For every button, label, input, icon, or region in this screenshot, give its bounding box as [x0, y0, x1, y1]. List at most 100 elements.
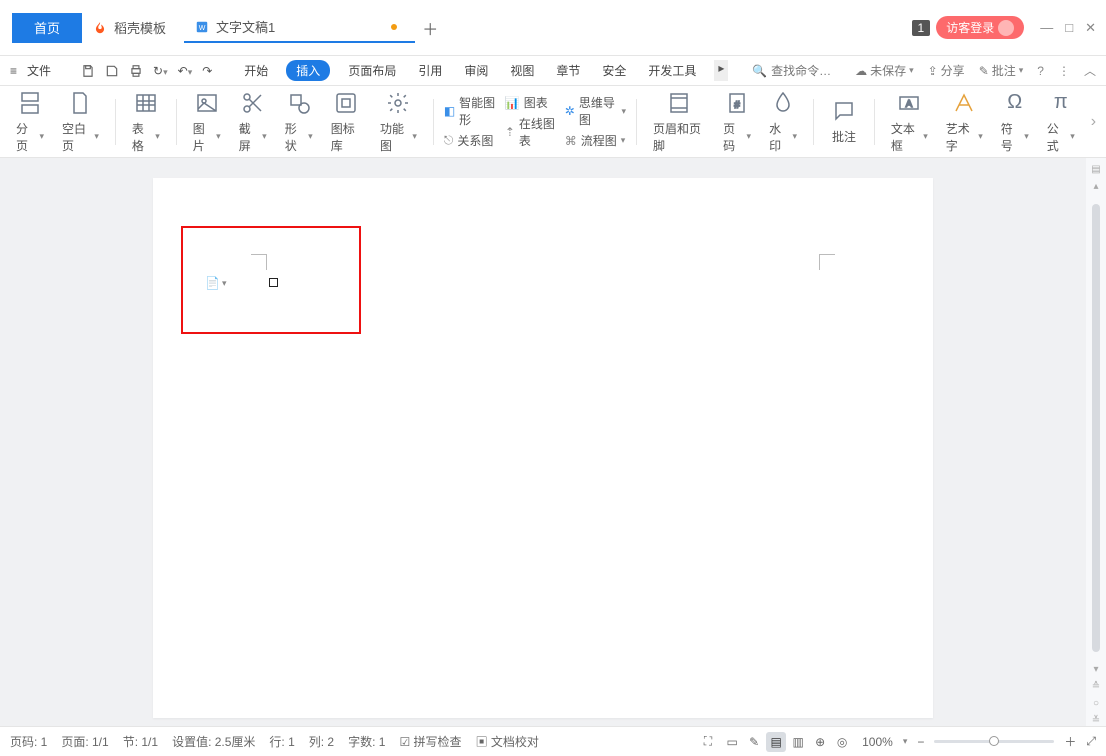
rib-chart[interactable]: 📊图表	[505, 94, 559, 111]
print-preview-icon[interactable]	[105, 64, 119, 78]
tab-security[interactable]: 安全	[598, 60, 630, 81]
titlebar: 首页 稻壳模板 W 文字文稿1 ＋ 1 访客登录 — □ ✕	[0, 0, 1106, 56]
status-row: 行: 1	[269, 733, 294, 750]
rib-icon-lib[interactable]: 图标库	[325, 90, 368, 154]
rib-online-chart[interactable]: ⇡在线图表	[505, 115, 559, 149]
zoom-slider[interactable]	[934, 740, 1054, 743]
rib-page-break[interactable]: 分页▾	[10, 90, 50, 154]
rib-header-footer[interactable]: 页眉和页脚	[647, 90, 711, 154]
rib-shapes[interactable]: 形状▾	[279, 90, 319, 154]
collapse-ribbon-icon[interactable]: ︿	[1084, 62, 1096, 79]
zoom-in-button[interactable]: ＋	[1064, 733, 1076, 750]
ribbon-more-icon[interactable]: ›	[1091, 113, 1096, 131]
picture-icon	[194, 90, 220, 116]
command-search[interactable]: 🔍	[752, 64, 841, 78]
notification-badge[interactable]: 1	[912, 20, 931, 36]
save-icon[interactable]	[81, 64, 95, 78]
kebab-icon[interactable]: ⋮	[1058, 64, 1070, 78]
rib-comment[interactable]: 批注	[824, 98, 864, 145]
flowchart-icon: ⌘	[565, 134, 577, 148]
tab-templates[interactable]: 稻壳模板	[82, 13, 184, 43]
scroll-down-icon[interactable]: ▾	[1093, 664, 1098, 675]
document-page[interactable]: 📄▾	[153, 178, 933, 718]
share-button[interactable]: ⇪ 分享	[928, 62, 965, 79]
view-page-icon[interactable]: ▤	[766, 732, 786, 752]
annotate-label: 批注	[992, 62, 1016, 79]
rib-blank-page[interactable]: 空白页▾	[56, 90, 105, 154]
view-outline-icon[interactable]: ▥	[788, 732, 808, 752]
rib-textbox[interactable]: A 文本框▾	[885, 90, 934, 154]
rib-smart-graphics[interactable]: ◧智能图形	[444, 94, 499, 128]
undo-icon[interactable]: ↶▾	[178, 64, 193, 78]
view-focus-icon[interactable]: ◎	[832, 732, 852, 752]
view-read-icon[interactable]: ▭	[722, 732, 742, 752]
statusbar: 页码: 1 页面: 1/1 节: 1/1 设置值: 2.5厘米 行: 1 列: …	[0, 726, 1106, 756]
view-edit-icon[interactable]: ✎	[744, 732, 764, 752]
maximize-button[interactable]: □	[1065, 20, 1073, 36]
status-spellcheck[interactable]: ☑ 拼写检查	[399, 733, 461, 750]
minimize-button[interactable]: —	[1040, 20, 1053, 36]
rib-flowchart[interactable]: ⌘流程图▾	[565, 132, 626, 149]
login-button[interactable]: 访客登录	[936, 16, 1024, 39]
unsaved-button[interactable]: ☁ 未保存▾	[855, 62, 914, 79]
nav-circle-icon[interactable]: ○	[1093, 698, 1099, 709]
rib-mindmap[interactable]: ✲思维导图▾	[565, 94, 626, 128]
rib-picture[interactable]: 图片▾	[187, 90, 227, 154]
smart-graphics-icon: ◧	[444, 104, 455, 118]
tab-view[interactable]: 视图	[506, 60, 538, 81]
status-page-of[interactable]: 页面: 1/1	[61, 733, 108, 750]
rib-equation[interactable]: π 公式▾	[1041, 90, 1081, 154]
zoom-value[interactable]: 100%	[862, 735, 893, 749]
tab-section[interactable]: 章节	[552, 60, 584, 81]
text-cursor-icon	[269, 278, 278, 287]
zoom-out-button[interactable]: −	[917, 735, 924, 749]
fit-screen-icon[interactable]: ⤢	[1086, 734, 1096, 749]
tab-ref[interactable]: 引用	[414, 60, 446, 81]
page-insert-icon[interactable]: 📄▾	[205, 276, 226, 290]
tab-insert[interactable]: 插入	[286, 60, 330, 81]
tab-start[interactable]: 开始	[240, 60, 272, 81]
annotate-button[interactable]: ✎ 批注▾	[979, 62, 1024, 79]
rib-table[interactable]: 表格▾	[126, 90, 166, 154]
margin-corner-tr-icon	[819, 254, 835, 270]
scroll-up-icon[interactable]: ▴	[1093, 181, 1098, 192]
next-page-icon[interactable]: ≚	[1092, 715, 1100, 726]
tab-templates-label: 稻壳模板	[114, 18, 166, 37]
workspace: 📄▾	[0, 158, 1086, 726]
rib-watermark[interactable]: 水印▾	[763, 90, 803, 154]
status-page-no[interactable]: 页码: 1	[10, 733, 47, 750]
rib-symbol[interactable]: Ω 符号▾	[995, 90, 1035, 154]
rib-screenshot[interactable]: 截屏▾	[233, 90, 273, 154]
fire-icon	[92, 20, 108, 36]
file-menu[interactable]: 文件	[27, 62, 51, 79]
tab-layout[interactable]: 页面布局	[344, 60, 400, 81]
rib-page-number-label: 页码	[723, 120, 744, 154]
tab-home[interactable]: 首页	[12, 13, 82, 43]
rib-wordart[interactable]: 艺术字▾	[940, 90, 989, 154]
status-chars[interactable]: 字数: 1	[348, 733, 385, 750]
status-docproof[interactable]: ▣ 文档校对	[476, 733, 539, 750]
new-tab-button[interactable]: ＋	[415, 16, 445, 40]
rib-page-number[interactable]: # 页码▾	[717, 90, 757, 154]
refresh-icon[interactable]: ↻▾	[153, 64, 168, 78]
search-input[interactable]	[771, 64, 841, 78]
redo-icon[interactable]: ↷	[202, 64, 212, 78]
prev-page-icon[interactable]: ≙	[1092, 681, 1100, 692]
status-section[interactable]: 节: 1/1	[123, 733, 158, 750]
scrollbar-vertical[interactable]: ▤ ▴ ▾ ≙ ○ ≚	[1086, 158, 1106, 726]
more-tabs-icon[interactable]: ▸	[714, 60, 728, 81]
fullscreen-icon[interactable]: ⛶	[704, 734, 712, 749]
print-icon[interactable]	[129, 64, 143, 78]
tab-review[interactable]: 审阅	[460, 60, 492, 81]
toolbox-icon[interactable]: ▤	[1091, 164, 1100, 175]
tab-devtools[interactable]: 开发工具	[644, 60, 700, 81]
scroll-thumb[interactable]	[1092, 204, 1100, 652]
tab-document[interactable]: W 文字文稿1	[184, 13, 415, 43]
table-icon	[133, 90, 159, 116]
view-web-icon[interactable]: ⊕	[810, 732, 830, 752]
help-icon[interactable]: ?	[1037, 64, 1044, 78]
close-button[interactable]: ✕	[1085, 20, 1096, 36]
rib-relation[interactable]: ⎋关系图	[444, 132, 499, 149]
rib-features[interactable]: 功能图▾	[374, 90, 423, 154]
hamburger-icon[interactable]: ≡	[10, 64, 17, 78]
